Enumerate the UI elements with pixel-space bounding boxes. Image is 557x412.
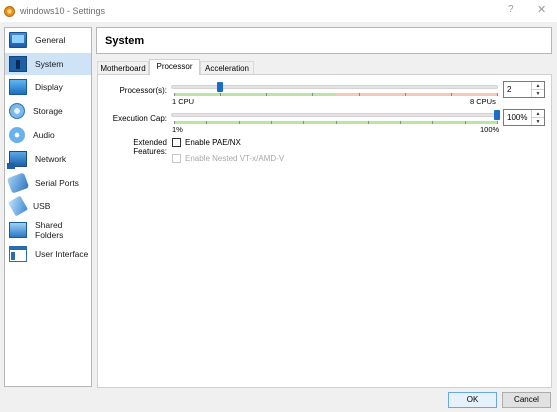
sidebar-item-label: Network <box>35 154 67 164</box>
processors-value: 2 <box>507 85 512 94</box>
sidebar-item-label: User Interface <box>35 249 89 259</box>
decrement-arrow-icon[interactable]: ▼ <box>532 118 544 125</box>
slider-tick <box>303 121 305 124</box>
processors-min-label: 1 CPU <box>172 97 195 106</box>
sidebar-item-shared-folders[interactable]: Shared Folders <box>5 219 91 241</box>
sidebar-item-label: Serial Ports <box>35 178 79 188</box>
sidebar-item-label: USB <box>33 201 51 211</box>
sidebar-item-general[interactable]: General <box>5 29 91 51</box>
virtualbox-logo-icon <box>4 5 15 17</box>
nested-virtualization-label: Enable Nested VT-x/AMD-V <box>185 154 285 163</box>
sidebar-item-label: Storage <box>33 106 63 116</box>
sidebar-item-label: Shared Folders <box>35 220 64 240</box>
slider-tick <box>174 93 175 96</box>
pae-nx-label[interactable]: Enable PAE/NX <box>185 138 241 147</box>
processor-panel: Processor(s): 1 CPU 8 CPUs 2 ▲ ▼ Executi… <box>97 74 552 388</box>
processors-stepper: ▲ ▼ <box>531 82 544 97</box>
tab-processor[interactable]: Processor <box>149 59 200 75</box>
increment-arrow-icon[interactable]: ▲ <box>532 110 544 118</box>
sidebar-item-serial-ports[interactable]: Serial Ports <box>5 172 91 194</box>
ok-button[interactable]: OK <box>448 392 497 408</box>
window-title: windows10 - Settings <box>20 6 106 16</box>
slider-tick <box>450 93 452 96</box>
execution-cap-slider-handle[interactable] <box>494 110 500 120</box>
audio-icon <box>9 127 25 143</box>
slider-tick <box>270 121 272 124</box>
sidebar-item-network[interactable]: Network <box>5 148 91 170</box>
execution-cap-value: 100% <box>507 113 528 122</box>
storage-icon <box>9 103 25 119</box>
serial-port-icon <box>6 172 30 194</box>
processors-spinbox[interactable]: 2 ▲ ▼ <box>503 81 545 98</box>
general-icon <box>9 32 27 48</box>
nested-virtualization-checkbox <box>172 154 181 163</box>
slider-tick <box>312 93 314 96</box>
pae-nx-checkbox[interactable] <box>172 138 181 147</box>
increment-arrow-icon[interactable]: ▲ <box>532 82 544 90</box>
sidebar-item-label: Audio <box>33 130 55 140</box>
slider-tick <box>367 121 369 124</box>
settings-sidebar: General System Display Storage Audio Net… <box>4 27 92 387</box>
page-title: System <box>105 34 145 47</box>
network-icon <box>7 151 27 169</box>
help-button[interactable]: ? <box>508 4 514 15</box>
page-header: System <box>96 27 552 54</box>
sidebar-item-display[interactable]: Display <box>5 76 91 98</box>
slider-tick <box>404 93 406 96</box>
close-button[interactable]: ✕ <box>537 3 546 16</box>
slider-tick <box>174 121 175 124</box>
processors-label: Processor(s): <box>119 86 167 95</box>
processors-slider-handle[interactable] <box>217 82 224 92</box>
execution-cap-max-label: 100% <box>480 125 500 134</box>
title-bar: windows10 - Settings ? ✕ <box>0 0 557 22</box>
sidebar-item-label: Display <box>35 82 63 92</box>
motherboard-icon <box>9 56 27 72</box>
slider-tick <box>206 121 208 124</box>
slider-tick <box>432 121 434 124</box>
execution-cap-slider-track[interactable] <box>171 113 498 117</box>
execution-cap-min-label: 1% <box>172 125 183 134</box>
slider-tick <box>266 93 268 96</box>
tab-motherboard[interactable]: Motherboard <box>97 61 149 75</box>
slider-tick <box>220 93 222 96</box>
usb-icon <box>7 195 29 217</box>
user-interface-icon <box>9 246 27 262</box>
slider-tick <box>464 121 466 124</box>
execution-cap-label: Execution Cap: <box>112 114 167 123</box>
shared-folder-icon <box>9 222 27 238</box>
slider-tick <box>238 121 240 124</box>
sidebar-item-audio[interactable]: Audio <box>5 124 91 146</box>
execution-cap-spinbox[interactable]: 100% ▲ ▼ <box>503 109 545 126</box>
execution-cap-stepper: ▲ ▼ <box>531 110 544 125</box>
slider-tick <box>497 93 498 96</box>
sidebar-item-storage[interactable]: Storage <box>5 100 91 122</box>
display-icon <box>9 79 27 95</box>
sidebar-item-label: System <box>35 59 64 69</box>
sidebar-item-system[interactable]: System <box>5 53 91 75</box>
extended-features-label: Extended Features: <box>133 138 167 156</box>
slider-tick <box>400 121 402 124</box>
decrement-arrow-icon[interactable]: ▼ <box>532 90 544 97</box>
sidebar-item-usb[interactable]: USB <box>5 195 91 217</box>
slider-tick <box>358 93 360 96</box>
sidebar-item-label: General <box>35 35 66 45</box>
tab-acceleration[interactable]: Acceleration <box>200 61 254 75</box>
sidebar-item-user-interface[interactable]: User Interface <box>5 243 91 265</box>
cancel-button[interactable]: Cancel <box>502 392 551 408</box>
slider-tick <box>497 121 498 124</box>
processors-scale <box>174 93 497 96</box>
slider-tick <box>335 121 337 124</box>
processors-max-label: 8 CPUs <box>470 97 496 106</box>
